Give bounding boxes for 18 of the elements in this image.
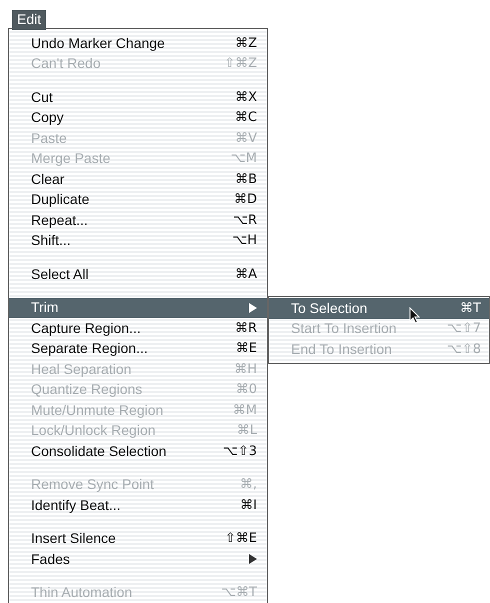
menu-item[interactable]: Clear ⌘B — [9, 169, 267, 190]
menu-item[interactable]: Fades — [9, 549, 267, 570]
menu-item[interactable]: Undo Marker Change ⌘Z — [9, 33, 267, 54]
menu-item[interactable]: To Selection ⌘T — [269, 298, 489, 318]
menu-item[interactable]: Cut ⌘X — [9, 87, 267, 108]
menu-item[interactable]: Repeat... ⌥R — [9, 210, 267, 230]
menu-item[interactable]: Capture Region... ⌘R — [9, 318, 267, 338]
menu-item[interactable]: Insert Silence ⇧⌘E — [9, 528, 267, 549]
menu-item[interactable]: Separate Region... ⌘E — [9, 338, 267, 359]
mouse-pointer-icon — [409, 307, 420, 324]
menu-item[interactable]: Select All ⌘A — [9, 264, 267, 284]
menu-item[interactable]: Identify Beat... ⌘I — [9, 495, 267, 516]
menu-item[interactable]: Consolidate Selection ⌥⇧3 — [9, 441, 267, 462]
menu-item[interactable]: Copy ⌘C — [9, 108, 267, 128]
menu-title[interactable]: Edit — [12, 10, 46, 30]
menu-item[interactable]: Shift... ⌥H — [9, 230, 267, 251]
menu-item[interactable]: Trim — [9, 298, 267, 318]
menu-item[interactable]: Duplicate ⌘D — [9, 190, 267, 210]
